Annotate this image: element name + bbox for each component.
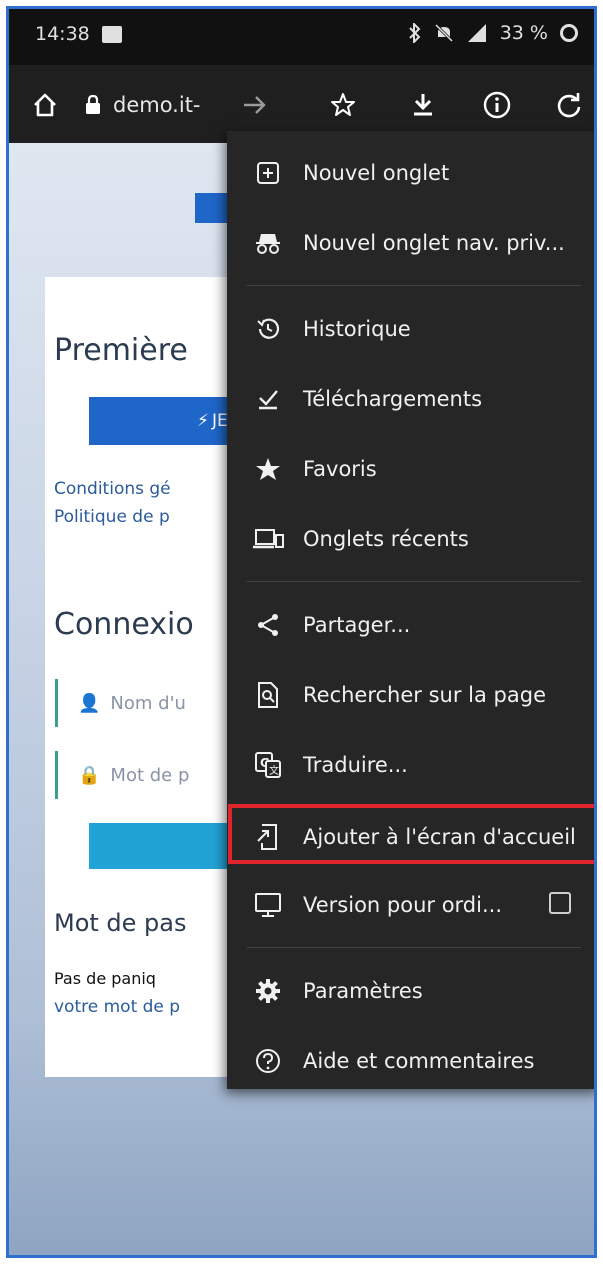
info-icon [483, 91, 511, 119]
bluetooth-icon [409, 23, 421, 43]
menu-item-translate[interactable]: G文 Traduire... [227, 735, 594, 795]
incognito-icon [251, 226, 285, 260]
menu-item-bookmarks[interactable]: Favoris [227, 439, 594, 499]
status-time: 14:38 [35, 23, 90, 45]
screenshot-frame: 14:38 33 % demo.it- Première ⚡ JE Conditi [6, 6, 597, 1258]
desktop-icon [251, 888, 285, 922]
page-info-button[interactable] [477, 85, 517, 125]
bookmark-button[interactable] [323, 85, 363, 125]
menu-item-recent-tabs[interactable]: Onglets récents [227, 509, 594, 569]
home-button[interactable] [25, 85, 65, 125]
status-icons: 33 % [408, 22, 578, 44]
add-to-home-icon [251, 820, 285, 854]
menu-item-desktop-site[interactable]: Version pour ordi... [227, 875, 594, 935]
forgot-heading: Mot de pas [54, 909, 187, 937]
menu-item-downloads[interactable]: Téléchargements [227, 369, 594, 429]
page-button-label: JE [211, 411, 228, 431]
menu-item-find-in-page[interactable]: Rechercher sur la page [227, 665, 594, 725]
star-icon [251, 452, 285, 486]
desktop-site-checkbox[interactable] [549, 892, 571, 914]
page-primary-button[interactable]: ⚡ JE [89, 397, 239, 445]
reload-icon [557, 93, 581, 118]
menu-item-settings[interactable]: Paramètres [227, 961, 594, 1021]
status-bar: 14:38 33 % [9, 9, 594, 65]
menu-item-share[interactable]: Partager... [227, 595, 594, 655]
new-tab-icon [251, 156, 285, 190]
menu-item-incognito-tab[interactable]: Nouvel onglet nav. priv... [227, 213, 594, 273]
lock-icon [86, 95, 100, 114]
battery-percent: 33 % [499, 22, 548, 44]
reload-button[interactable] [549, 85, 589, 125]
forgot-link[interactable]: votre mot de p [54, 997, 180, 1017]
arrow-right-icon [244, 96, 266, 114]
username-placeholder: Nom d'u [110, 692, 186, 714]
menu-item-add-to-home[interactable]: Ajouter à l'écran d'accueil [227, 807, 594, 867]
devices-icon [251, 522, 285, 556]
history-icon [251, 312, 285, 346]
find-in-page-icon [251, 678, 285, 712]
menu-item-new-tab[interactable]: Nouvel onglet [227, 143, 594, 203]
help-icon [251, 1044, 285, 1078]
settings-icon [251, 974, 285, 1008]
gallery-notification-icon [102, 26, 122, 43]
browser-overflow-menu: Nouvel onglet Nouvel onglet nav. priv...… [227, 91, 594, 1091]
signal-icon [467, 24, 486, 42]
user-icon: 👤 [78, 692, 101, 714]
battery-icon [560, 24, 578, 42]
svg-text:文: 文 [269, 764, 279, 777]
address-bar[interactable]: demo.it- [85, 87, 225, 123]
forward-button[interactable] [235, 85, 275, 125]
menu-item-help[interactable]: Aide et commentaires [227, 1031, 594, 1091]
home-icon [34, 93, 56, 117]
menu-item-history[interactable]: Historique [227, 299, 594, 359]
mute-icon [434, 23, 453, 43]
translate-icon: G文 [251, 748, 285, 782]
downloads-icon [251, 382, 285, 416]
menu-separator [247, 285, 581, 286]
download-icon [414, 94, 432, 116]
menu-separator [247, 581, 581, 582]
star-outline-icon [331, 93, 355, 116]
terms-link[interactable]: Conditions gé [54, 479, 171, 499]
lightning-icon: ⚡ [197, 411, 209, 431]
login-heading: Connexio [54, 607, 194, 642]
login-submit-button[interactable] [89, 823, 239, 869]
lock-small-icon: 🔒 [78, 764, 101, 786]
menu-separator [247, 947, 581, 948]
page-first-heading: Première [54, 333, 188, 368]
url-text: demo.it- [113, 93, 201, 117]
privacy-link[interactable]: Politique de p [54, 507, 170, 527]
download-button[interactable] [403, 85, 443, 125]
share-icon [251, 608, 285, 642]
password-placeholder: Mot de p [110, 764, 190, 786]
forgot-text: Pas de paniq [54, 969, 156, 988]
